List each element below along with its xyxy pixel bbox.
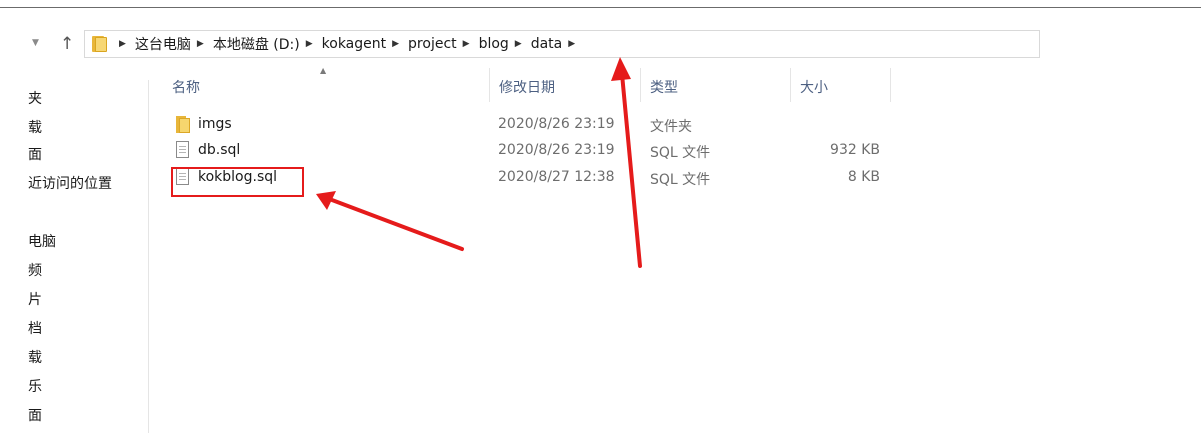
arrow-to-kokblog-annotation	[316, 191, 464, 251]
annotation-arrows	[316, 57, 642, 268]
arrow-to-data-annotation	[611, 57, 642, 268]
